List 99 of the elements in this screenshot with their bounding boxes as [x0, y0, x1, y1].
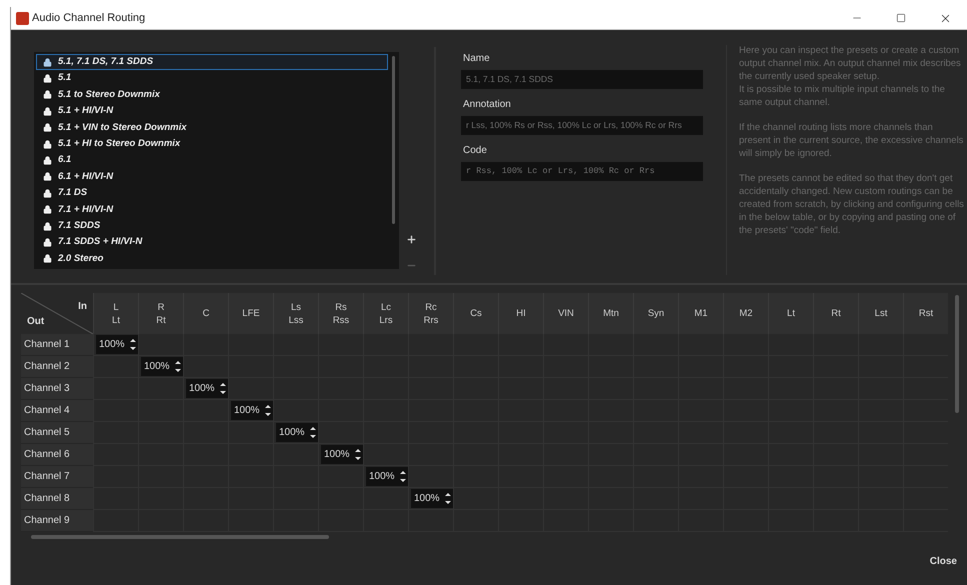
preset-item[interactable]: 7.1 SDDS — [36, 218, 388, 234]
row-header[interactable]: Channel 8 — [21, 488, 93, 510]
column-header[interactable]: Lc Lrs — [363, 293, 408, 334]
column-header[interactable]: M1 — [678, 293, 723, 334]
preset-item[interactable]: 5.1 — [36, 70, 388, 87]
lock-icon — [43, 74, 52, 84]
column-header[interactable]: Rc Rrs — [408, 293, 453, 334]
column-header[interactable]: M2 — [723, 293, 768, 334]
lock-icon — [43, 106, 52, 116]
app-icon — [16, 12, 29, 24]
preset-item[interactable]: 5.1 + HI to Stereo Downmix — [36, 136, 388, 152]
code-field[interactable]: r Rss, 100% Lc or Lrs, 100% Rc or Rrs — [461, 162, 703, 181]
column-header[interactable]: Mtn — [588, 293, 633, 334]
field-label: Name — [462, 52, 491, 66]
table-cell[interactable] — [273, 400, 318, 422]
window-title: Audio Channel Routing — [32, 10, 146, 26]
row-header[interactable]: Channel 3 — [21, 378, 93, 400]
in-label: In — [78, 300, 87, 314]
column-header[interactable]: Rt — [813, 293, 858, 334]
close-button[interactable]: Close — [926, 552, 961, 571]
lock-icon — [43, 58, 52, 67]
maximize-icon — [896, 13, 906, 23]
table-cell[interactable] — [363, 422, 408, 444]
field-label: Code — [462, 144, 488, 158]
lock-icon — [43, 222, 52, 231]
stepper-icon[interactable] — [130, 338, 136, 351]
row-header[interactable]: Channel 7 — [21, 466, 93, 488]
column-header[interactable]: Syn — [633, 293, 678, 334]
column-header[interactable]: HI — [498, 293, 543, 334]
out-label: Out — [27, 315, 44, 329]
lock-icon — [43, 123, 52, 132]
scrollbar-thumb[interactable] — [392, 56, 395, 224]
stepper-icon[interactable] — [174, 360, 181, 373]
diagonal-line — [21, 293, 93, 334]
table-cell[interactable] — [453, 488, 498, 510]
add-button[interactable] — [405, 233, 417, 245]
column-header[interactable]: Ls Lss — [273, 293, 318, 334]
help-text: If the channel routing lists more channels than present in the current source, the excessive channels will simply be ignored. — [739, 121, 964, 160]
column-header[interactable]: Cs — [453, 293, 498, 334]
column-header[interactable]: R Rt — [138, 293, 183, 334]
lock-icon — [43, 205, 52, 214]
table-cell[interactable] — [408, 466, 453, 488]
row-header[interactable]: Channel 9 — [21, 510, 93, 532]
row-header[interactable]: Channel 2 — [21, 356, 93, 378]
column-header[interactable]: C — [183, 293, 228, 334]
stepper-icon[interactable] — [444, 492, 451, 505]
table-cell[interactable] — [138, 334, 183, 356]
stepper-icon[interactable] — [310, 426, 316, 439]
lock-icon — [43, 238, 52, 247]
help-text: Here you can inspect the presets or create a custom output channel mix. An output channel mix describes the currently used speaker setup. — [739, 44, 962, 83]
text-field[interactable]: r Lss, 100% Rs or Rss, 100% Lc or Lrs, 100% Rc or Rrs — [461, 116, 703, 135]
column-header[interactable]: LFE — [228, 293, 273, 334]
preset-item[interactable]: 5.1 + VIN to Stereo Downmix — [36, 120, 388, 136]
preset-item[interactable]: 2.0 Stereo — [36, 250, 388, 268]
table-cell[interactable] — [183, 334, 228, 356]
row-header[interactable]: Channel 1 — [21, 334, 93, 356]
stepper-icon[interactable] — [264, 404, 271, 417]
preset-item[interactable]: 6.1 — [36, 152, 388, 169]
plus-icon — [406, 234, 416, 244]
stepper-icon[interactable] — [220, 382, 226, 395]
preset-item[interactable]: 7.1 + HI/VI-N — [36, 202, 388, 218]
column-header[interactable]: Lst — [858, 293, 903, 334]
preset-item[interactable]: 5.1, 7.1 DS, 7.1 SDDS — [36, 54, 388, 70]
text-field[interactable]: 5.1, 7.1 DS, 7.1 SDDS — [461, 70, 703, 89]
field-label: Annotation — [462, 98, 512, 112]
table-cell[interactable] — [228, 378, 273, 400]
column-header[interactable]: Rs Rss — [318, 293, 363, 334]
column-header[interactable]: Lt — [768, 293, 813, 334]
horizontal-scrollbar[interactable] — [31, 535, 329, 539]
preset-item[interactable]: 7.1 SDDS + HI/VI-N — [36, 234, 388, 251]
lock-icon — [43, 156, 52, 166]
row-header[interactable]: Channel 5 — [21, 422, 93, 444]
help-text: It is possible to mix multiple input channels to the same output channel. — [739, 83, 946, 109]
column-header[interactable]: L Lt — [93, 293, 138, 334]
preset-item[interactable]: 7.1 DS — [36, 185, 388, 202]
preset-item[interactable]: 5.1 + HI/VI-N — [36, 103, 388, 120]
lock-icon — [43, 90, 52, 100]
row-header[interactable]: Channel 6 — [21, 444, 93, 466]
preset-item[interactable]: 6.1 + HI/VI-N — [36, 168, 388, 186]
lock-icon — [43, 254, 52, 264]
table-cell[interactable] — [318, 422, 363, 444]
help-text: The presets cannot be edited so that they don't get accidentally changed. New custom routings can be created from scratch, by clicking and configuring cells in the below table, or by copying and pasting one of the presets' "code" field. — [739, 172, 965, 237]
lock-icon — [43, 188, 52, 198]
table-cell[interactable] — [228, 356, 273, 378]
table-cell[interactable] — [183, 356, 228, 378]
table-cell[interactable] — [453, 466, 498, 488]
table-cell[interactable] — [408, 444, 453, 466]
table-cell[interactable] — [273, 378, 318, 400]
stepper-icon[interactable] — [400, 470, 406, 483]
preset-item[interactable]: 5.1 to Stereo Downmix — [36, 86, 388, 104]
row-header[interactable]: Channel 4 — [21, 400, 93, 422]
lock-icon — [43, 172, 52, 182]
table-cell[interactable] — [318, 400, 363, 422]
column-header[interactable]: VIN — [543, 293, 588, 334]
lock-icon — [43, 140, 52, 149]
column-header[interactable]: Rst — [903, 293, 948, 334]
table-cell[interactable] — [363, 444, 408, 466]
vertical-scrollbar[interactable] — [955, 295, 959, 413]
stepper-icon[interactable] — [354, 448, 361, 461]
